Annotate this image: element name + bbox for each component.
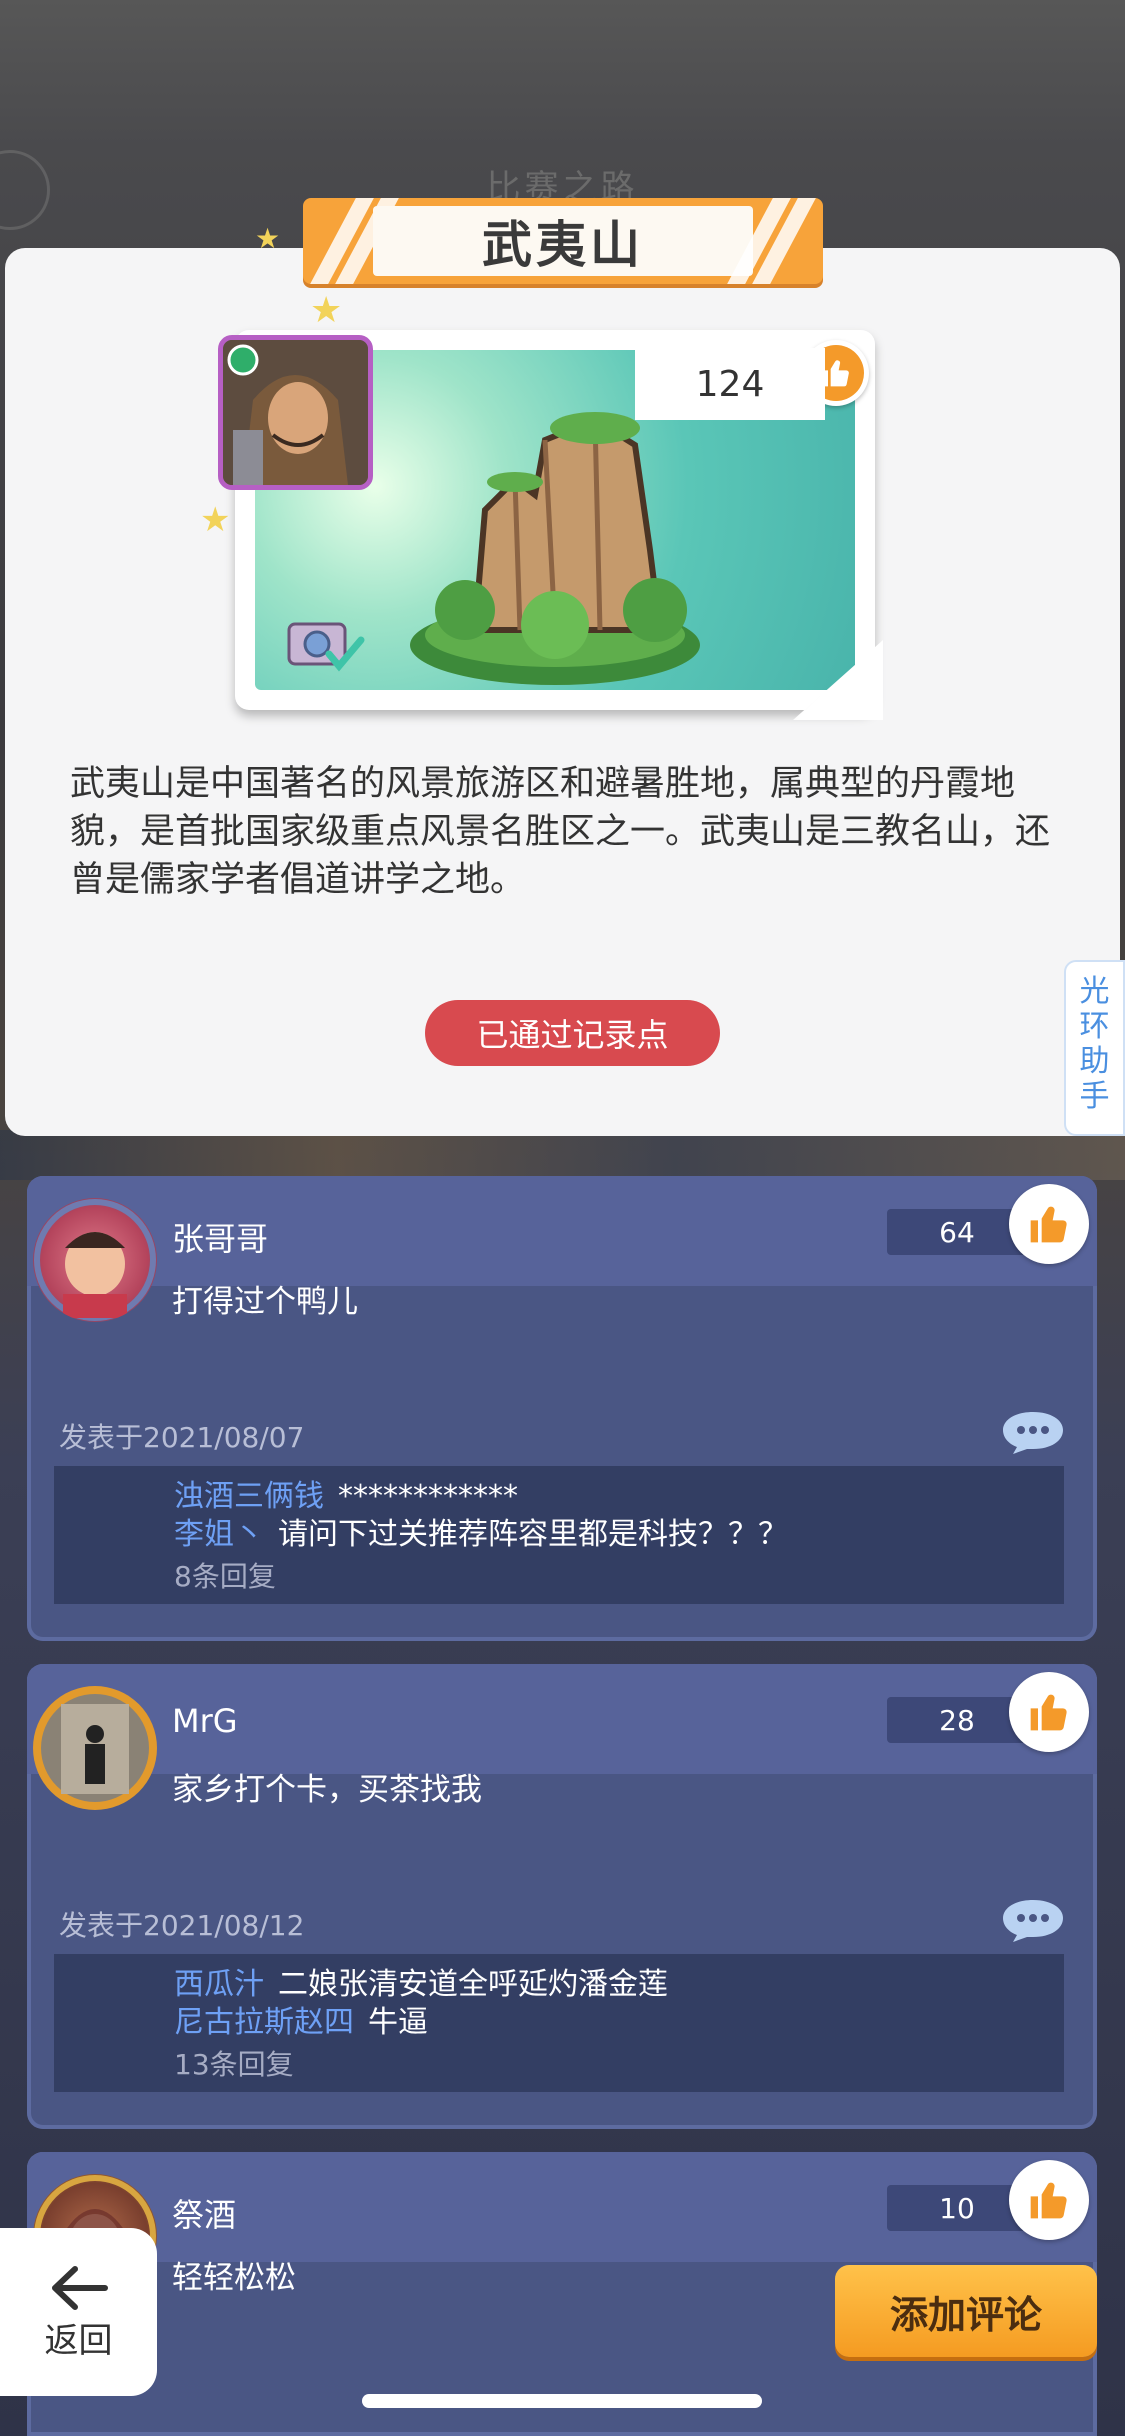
- avatar-portrait: [41, 1694, 149, 1802]
- thumbs-up-icon: [1014, 1677, 1084, 1747]
- star-icon: ★: [310, 290, 343, 331]
- comment-date: 发表于2021/08/07: [59, 1421, 305, 1454]
- reply-line: 浊酒三俩钱 ************: [174, 1478, 1064, 1516]
- back-label: 返回: [44, 2320, 113, 2361]
- hero-portrait: [223, 340, 368, 485]
- back-button[interactable]: 返回: [0, 2228, 157, 2396]
- reply-line: 尼古拉斯赵四 牛逼: [174, 2004, 1064, 2042]
- reply-count[interactable]: 8条回复: [174, 1558, 1064, 1596]
- reply-text: ************: [338, 1479, 518, 1514]
- comment-text: 打得过个鸭儿: [172, 1284, 358, 1320]
- reply-line: 李姐丶 请问下过关推荐阵容里都是科技？？？: [174, 1516, 1064, 1554]
- home-indicator[interactable]: [362, 2394, 762, 2408]
- camera-icon: [287, 622, 365, 672]
- comment-card: MrG 28 家乡打个卡，买茶找我 发表于2021/08/12 西瓜汁 二娘张清安…: [27, 1664, 1097, 2129]
- comment-author: 祭酒: [172, 2196, 237, 2234]
- comment-date: 发表于2021/08/12: [59, 1909, 305, 1942]
- location-title-ribbon: 武夷山: [303, 198, 823, 284]
- arrow-left-icon: [51, 2265, 108, 2310]
- comment-like-count: 28: [887, 1697, 1027, 1743]
- background-strip: [0, 1130, 1125, 1180]
- avatar-portrait: [34, 1199, 156, 1321]
- reply-text: 牛逼: [368, 2005, 428, 2040]
- comment-author: 张哥哥: [172, 1220, 269, 1258]
- reply-count[interactable]: 13条回复: [174, 2046, 1064, 2084]
- comment-like-button[interactable]: [1009, 1672, 1089, 1752]
- location-title: 武夷山: [482, 216, 644, 274]
- reply-text: 请问下过关推荐阵容里都是科技？？？: [278, 1517, 788, 1552]
- avatar[interactable]: [33, 1198, 157, 1322]
- comment-like-button[interactable]: [1009, 1184, 1089, 1264]
- reply-author[interactable]: 西瓜汁: [174, 1967, 264, 2002]
- reply-author[interactable]: 李姐丶: [174, 1517, 264, 1552]
- reply-text: 二娘张清安道全呼延灼潘金莲: [278, 1967, 668, 2002]
- comment-author: MrG: [172, 1702, 238, 1740]
- reply-preview[interactable]: 西瓜汁 二娘张清安道全呼延灼潘金莲 尼古拉斯赵四 牛逼 13条回复: [54, 1954, 1064, 2092]
- comment-text: 家乡打个卡，买茶找我: [172, 1772, 482, 1808]
- comment-card: 张哥哥 64 打得过个鸭儿 发表于2021/08/07 浊酒三俩钱 *******…: [27, 1176, 1097, 1641]
- comment-like-count: 10: [887, 2185, 1027, 2231]
- reply-author[interactable]: 尼古拉斯赵四: [174, 2005, 354, 2040]
- passed-checkpoint-button[interactable]: 已通过记录点: [425, 1000, 720, 1066]
- side-helper-tab[interactable]: 光环助手: [1064, 960, 1125, 1136]
- comment-like-count: 64: [887, 1209, 1027, 1255]
- comment-text: 轻轻松松: [172, 2260, 296, 2296]
- add-comment-button[interactable]: 添加评论: [835, 2265, 1097, 2357]
- location-description: 武夷山是中国著名的风景旅游区和避暑胜地，属典型的丹霞地貌，是首批国家级重点风景名…: [70, 764, 1051, 900]
- reply-author[interactable]: 浊酒三俩钱: [174, 1479, 324, 1514]
- reply-bubble-icon[interactable]: [999, 1896, 1067, 1944]
- reply-line: 西瓜汁 二娘张清安道全呼延灼潘金莲: [174, 1966, 1064, 2004]
- reply-preview[interactable]: 浊酒三俩钱 ************ 李姐丶 请问下过关推荐阵容里都是科技？？？ 8…: [54, 1466, 1064, 1604]
- comment-like-button[interactable]: [1009, 2160, 1089, 2240]
- thumbs-up-icon: [1014, 1189, 1084, 1259]
- star-icon: ★: [200, 500, 231, 540]
- mountain-illustration: [410, 412, 700, 685]
- star-icon: ★: [255, 222, 281, 255]
- hero-avatar: [218, 335, 373, 490]
- photo-like-count: 124: [635, 348, 825, 420]
- reply-bubble-icon[interactable]: [999, 1408, 1067, 1456]
- thumbs-up-icon: [1014, 2165, 1084, 2235]
- avatar[interactable]: [33, 1686, 157, 1810]
